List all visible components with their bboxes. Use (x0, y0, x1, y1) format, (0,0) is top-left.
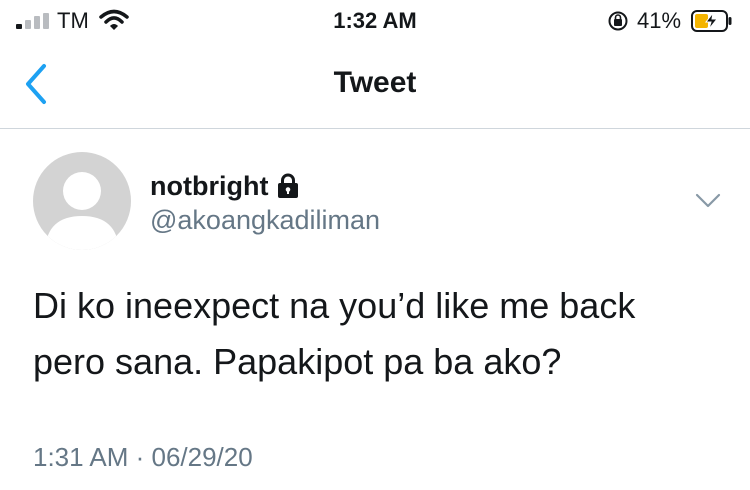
status-bar: TM 1:32 AM 41% (0, 0, 750, 40)
battery-percent: 41% (637, 8, 682, 33)
default-avatar-icon (45, 172, 119, 250)
orientation-lock-icon (608, 11, 628, 31)
tweet-timestamp: 1:31 AM · 06/29/20 (33, 442, 253, 472)
author-name-row: notbright (150, 168, 300, 204)
battery-charging-icon (691, 10, 732, 32)
display-name[interactable]: notbright (150, 171, 268, 202)
page-title: Tweet (333, 66, 417, 99)
nav-bar: Tweet (0, 40, 750, 129)
user-handle[interactable]: @akoangkadiliman (150, 205, 380, 236)
lock-icon (278, 173, 299, 198)
avatar[interactable] (33, 152, 131, 250)
chevron-down-icon[interactable] (695, 192, 721, 210)
tweet-text: Di ko ineexpect na you’d like me back pe… (33, 285, 636, 382)
